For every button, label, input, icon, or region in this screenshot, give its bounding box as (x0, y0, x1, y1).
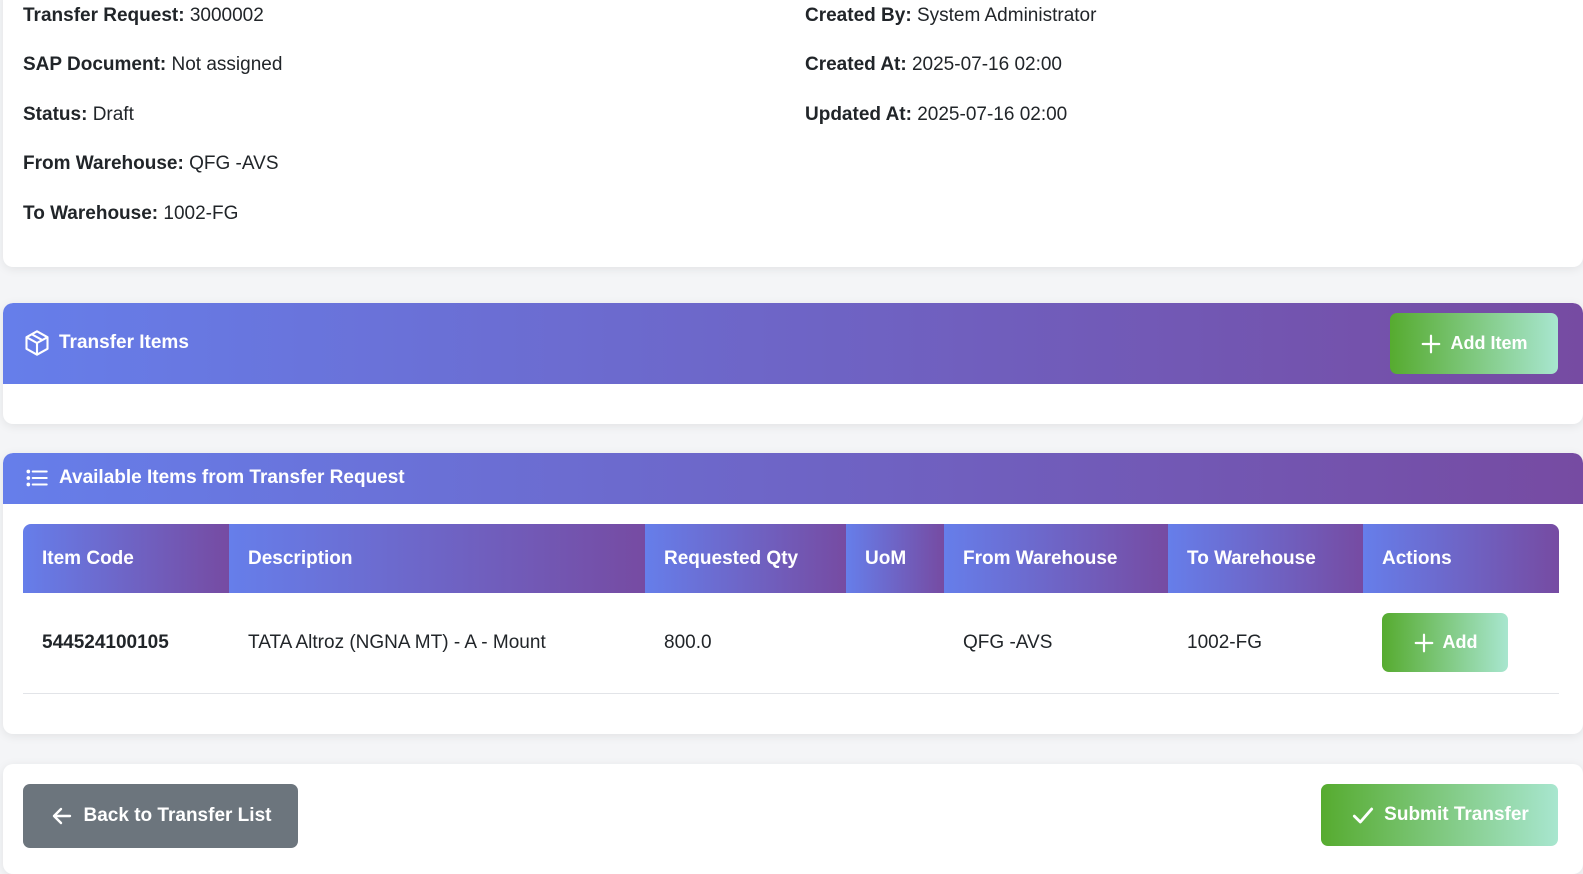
column-header-from-warehouse[interactable]: From Warehouse (944, 524, 1168, 593)
back-to-transfer-list-button[interactable]: Back to Transfer List (23, 784, 298, 848)
available-items-title-text: Available Items from Transfer Request (59, 467, 405, 488)
list-icon (23, 465, 51, 491)
info-label: Status: (23, 104, 88, 125)
cell-requested-qty: 800.0 (645, 593, 846, 694)
column-header-requested-qty[interactable]: Requested Qty (645, 524, 846, 593)
info-to-warehouse: To Warehouse: 1002-FG (23, 202, 238, 226)
info-created-at: Created At: 2025-07-16 02:00 (805, 53, 1062, 77)
back-button-label: Back to Transfer List (83, 805, 272, 826)
info-value: 2025-07-16 02:00 (911, 54, 1062, 75)
table-row: 544524100105 TATA Altroz (NGNA MT) - A -… (23, 593, 1559, 694)
column-header-uom[interactable]: UoM (846, 524, 944, 593)
info-label: Created By: (805, 5, 912, 26)
info-value: QFG -AVS (189, 153, 279, 174)
info-value: System Administrator (916, 5, 1097, 26)
cell-from-warehouse: QFG -AVS (944, 593, 1168, 694)
info-sap-document: SAP Document: Not assigned (23, 53, 282, 77)
check-icon (1350, 802, 1376, 828)
info-label: Updated At: (805, 104, 912, 125)
available-items-card: Available Items from Transfer Request It… (3, 453, 1583, 734)
info-status: Status: Draft (23, 103, 134, 127)
available-items-title: Available Items from Transfer Request (23, 465, 405, 491)
add-item-button[interactable]: Add Item (1390, 313, 1558, 374)
column-header-actions: Actions (1363, 524, 1559, 593)
add-row-item-label: Add (1442, 632, 1478, 653)
plus-icon (1420, 333, 1442, 355)
info-updated-at: Updated At: 2025-07-16 02:00 (805, 103, 1067, 127)
available-items-header: Available Items from Transfer Request (3, 453, 1583, 504)
transfer-items-card: Transfer Items Add Item (3, 303, 1583, 424)
info-value: 2025-07-16 02:00 (917, 104, 1068, 125)
info-label: From Warehouse: (23, 153, 184, 174)
submit-transfer-button[interactable]: Submit Transfer (1321, 784, 1558, 846)
info-value: Draft (92, 104, 134, 125)
transfer-items-title-text: Transfer Items (59, 332, 189, 353)
cell-item-code: 544524100105 (23, 593, 229, 694)
plus-icon (1413, 632, 1435, 654)
available-items-table: Item Code Description Requested Qty UoM … (23, 524, 1559, 694)
cell-actions: Add (1363, 593, 1559, 694)
available-items-table-wrap: Item Code Description Requested Qty UoM … (23, 524, 1559, 694)
info-from-warehouse: From Warehouse: QFG -AVS (23, 152, 279, 176)
table-header-row: Item Code Description Requested Qty UoM … (23, 524, 1559, 593)
arrow-left-icon (50, 804, 74, 828)
info-created-by: Created By: System Administrator (805, 4, 1096, 28)
column-header-to-warehouse[interactable]: To Warehouse (1168, 524, 1363, 593)
column-header-description[interactable]: Description (229, 524, 645, 593)
info-transfer-request: Transfer Request: 3000002 (23, 4, 264, 28)
transfer-info-card: Transfer Request: 3000002 SAP Document: … (3, 0, 1583, 267)
transfer-items-title: Transfer Items (23, 329, 189, 357)
info-value: Not assigned (171, 54, 283, 75)
info-label: SAP Document: (23, 54, 167, 75)
submit-button-label: Submit Transfer (1384, 804, 1529, 825)
cell-description: TATA Altroz (NGNA MT) - A - Mount (229, 593, 645, 694)
footer-actions-card: Back to Transfer List Submit Transfer (3, 764, 1583, 874)
info-label: To Warehouse: (23, 203, 159, 224)
info-label: Created At: (805, 54, 907, 75)
info-value: 1002-FG (163, 203, 239, 224)
info-value: 3000002 (189, 5, 264, 26)
info-label: Transfer Request: (23, 5, 185, 26)
cell-to-warehouse: 1002-FG (1168, 593, 1363, 694)
column-header-item-code[interactable]: Item Code (23, 524, 229, 593)
add-row-item-button[interactable]: Add (1382, 613, 1508, 673)
cell-uom (846, 593, 944, 694)
transfer-items-header: Transfer Items Add Item (3, 303, 1583, 384)
box-icon (23, 329, 51, 357)
add-item-label: Add Item (1450, 333, 1528, 353)
